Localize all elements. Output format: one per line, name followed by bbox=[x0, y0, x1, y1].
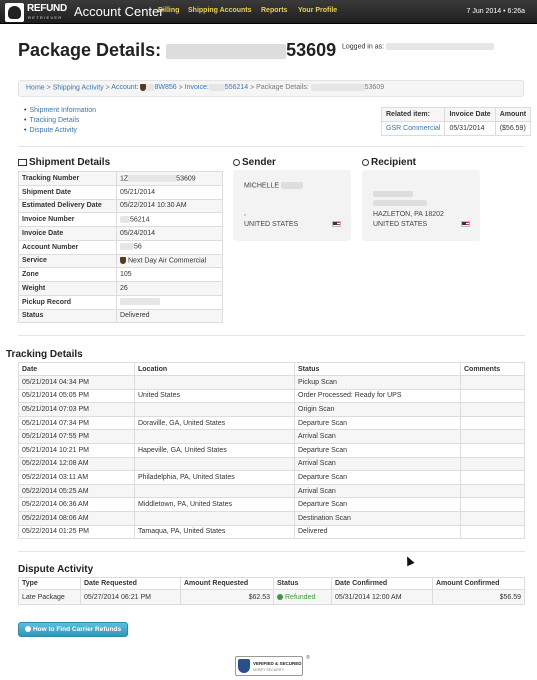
column-header-status: Status bbox=[273, 577, 332, 590]
column-header-date-confirmed: Date Confirmed bbox=[331, 577, 433, 590]
table-row: 05/22/2014 01:25 PM Tamaqua, PA, United S… bbox=[18, 524, 525, 540]
info-icon bbox=[24, 626, 31, 633]
breadcrumb-invoice[interactable]: Invoice: 556214 bbox=[185, 84, 248, 91]
table-row: 05/22/2014 03:11 AM Philadelphia, PA, Uni… bbox=[18, 470, 525, 485]
dispute-table: Type Date Requested Amount Requested Sta… bbox=[18, 577, 525, 605]
table-row: 05/21/2014 10:21 PM Hapeville, GA, United… bbox=[18, 442, 525, 458]
sender-heading: Sender bbox=[233, 157, 276, 168]
column-header-comments: Comments bbox=[460, 362, 525, 376]
tracking-details-heading: Tracking Details bbox=[6, 349, 83, 360]
location-icon bbox=[362, 158, 369, 166]
table-row: Service Next Day Air Commercial bbox=[18, 253, 223, 269]
table-row: 05/22/2014 06:36 AM Middletown, PA, Unite… bbox=[18, 497, 525, 512]
table-row: Tracking Number 1Z 53609 bbox=[18, 171, 223, 186]
table-row: 05/21/2014 07:03 PM Origin Scan bbox=[18, 402, 525, 417]
breadcrumb-shipping-activity[interactable]: Shipping Activity bbox=[53, 84, 104, 91]
envelope-icon bbox=[18, 158, 27, 166]
section-links: Shipment Information Tracking Details Di… bbox=[24, 106, 96, 136]
us-flag-icon bbox=[461, 221, 470, 227]
mouse-cursor bbox=[403, 554, 415, 567]
recipient-heading: Recipient bbox=[362, 157, 416, 168]
divider bbox=[18, 335, 525, 336]
table-row: Estimated Delivery Date 05/22/2014 10:30 … bbox=[18, 198, 223, 214]
recipient-country: UNITED STATES bbox=[373, 221, 428, 228]
tracking-table: Date Location Status Comments 05/21/2014… bbox=[18, 362, 525, 540]
top-navbar: REFUND RETRIEVER Account Center Billing … bbox=[0, 0, 537, 24]
shield-icon bbox=[238, 659, 250, 673]
link-dispute-activity[interactable]: Dispute Activity bbox=[29, 127, 76, 134]
column-header-status: Status bbox=[294, 362, 461, 376]
sender-card: MICHELLE , UNITED STATES bbox=[233, 170, 351, 241]
related-amount: ($56.59) bbox=[494, 121, 532, 136]
app-title[interactable]: Account Center bbox=[74, 4, 164, 19]
security-badge[interactable]: VERIFIED & SECURED VERIFY SECURITY ® bbox=[235, 655, 310, 676]
page-title: Package Details: 53609 bbox=[18, 40, 337, 60]
dispute-activity-heading: Dispute Activity bbox=[18, 564, 94, 575]
table-row: Shipment Date 05/21/2014 bbox=[18, 184, 223, 200]
related-items-table: Related item: Invoice Date Amount GSR Co… bbox=[380, 107, 532, 136]
table-row: Invoice Number 56214 bbox=[18, 212, 223, 227]
link-shipment-information[interactable]: Shipment Information bbox=[29, 107, 96, 114]
divider bbox=[18, 146, 525, 147]
nav-reports[interactable]: Reports bbox=[261, 7, 287, 14]
column-header-type: Type bbox=[18, 577, 81, 590]
table-row: 05/22/2014 12:08 AM Arrival Scan bbox=[18, 456, 525, 472]
related-header-date: Invoice Date bbox=[444, 107, 496, 122]
sender-name: MICHELLE bbox=[244, 182, 280, 190]
sender-country: UNITED STATES bbox=[244, 221, 299, 228]
recipient-city: HAZLETON, PA 18202 bbox=[373, 211, 444, 218]
breadcrumb: Home > Shipping Activity > Account: 8W85… bbox=[18, 80, 524, 97]
table-row: Weight 26 bbox=[18, 281, 223, 296]
logo-icon[interactable] bbox=[5, 3, 24, 22]
table-row: Pickup Record bbox=[18, 294, 223, 310]
related-item-link[interactable]: GSR Commercial bbox=[386, 125, 440, 132]
column-header-amount-requested: Amount Requested bbox=[180, 577, 274, 590]
us-flag-icon bbox=[332, 221, 341, 227]
status-badge: Refunded bbox=[273, 589, 332, 605]
link-tracking-details[interactable]: Tracking Details bbox=[29, 117, 79, 124]
divider bbox=[18, 551, 525, 552]
table-row: 05/21/2014 05:05 PM United States Order Pr… bbox=[18, 388, 525, 404]
table-row: 05/21/2014 07:55 PM Arrival Scan bbox=[18, 429, 525, 444]
table-row: 05/21/2014 07:34 PM Doraville, GA, United… bbox=[18, 415, 525, 431]
check-icon bbox=[277, 593, 283, 600]
recipient-card: HAZLETON, PA 18202 UNITED STATES bbox=[362, 170, 480, 241]
current-datetime: 7 Jun 2014 • 6:26a bbox=[466, 8, 526, 15]
breadcrumb-account[interactable]: Account: 8W856 bbox=[111, 84, 177, 91]
nav-your-profile[interactable]: Your Profile bbox=[298, 7, 337, 14]
carrier-refunds-help-button[interactable]: How to Find Carrier Refunds bbox=[18, 622, 128, 637]
column-header-location: Location bbox=[134, 362, 295, 376]
related-header-amount: Amount bbox=[494, 107, 532, 122]
breadcrumb-home[interactable]: Home bbox=[26, 84, 45, 91]
table-row: 05/22/2014 05:25 AM Arrival Scan bbox=[18, 483, 525, 499]
table-row: Zone 105 bbox=[18, 267, 223, 282]
table-row: Invoice Date 05/24/2014 bbox=[18, 226, 223, 241]
nav-shipping-accounts[interactable]: Shipping Accounts bbox=[188, 7, 252, 14]
column-header-date: Date bbox=[18, 362, 135, 376]
nav-billing[interactable]: Billing bbox=[158, 7, 179, 14]
table-row: Account Number 56 bbox=[18, 239, 223, 255]
table-row: 05/22/2014 08:06 AM Destination Scan bbox=[18, 510, 525, 526]
related-header-item: Related item: bbox=[380, 107, 446, 122]
column-header-date-requested: Date Requested bbox=[80, 577, 181, 590]
ups-icon bbox=[120, 257, 126, 265]
related-date: 05/31/2014 bbox=[444, 121, 496, 136]
column-header-amount-confirmed: Amount Confirmed bbox=[432, 577, 525, 590]
shipment-details-heading: Shipment Details bbox=[18, 157, 110, 168]
logo-subtext: RETRIEVER bbox=[28, 15, 63, 20]
location-icon bbox=[233, 158, 240, 166]
table-row: Status Delivered bbox=[18, 308, 223, 324]
table-row: 05/21/2014 04:34 PM Pickup Scan bbox=[18, 375, 525, 390]
table-row: Late Package 05/27/2014 06:21 PM $62.53 … bbox=[18, 589, 525, 605]
shipment-details-table: Tracking Number 1Z 53609 Shipment Date 05/2… bbox=[18, 171, 223, 324]
logo-text: REFUND bbox=[27, 3, 67, 14]
breadcrumb-current: Package Details: 53609 bbox=[256, 84, 385, 92]
logged-in-status: Logged in as: bbox=[342, 43, 494, 50]
